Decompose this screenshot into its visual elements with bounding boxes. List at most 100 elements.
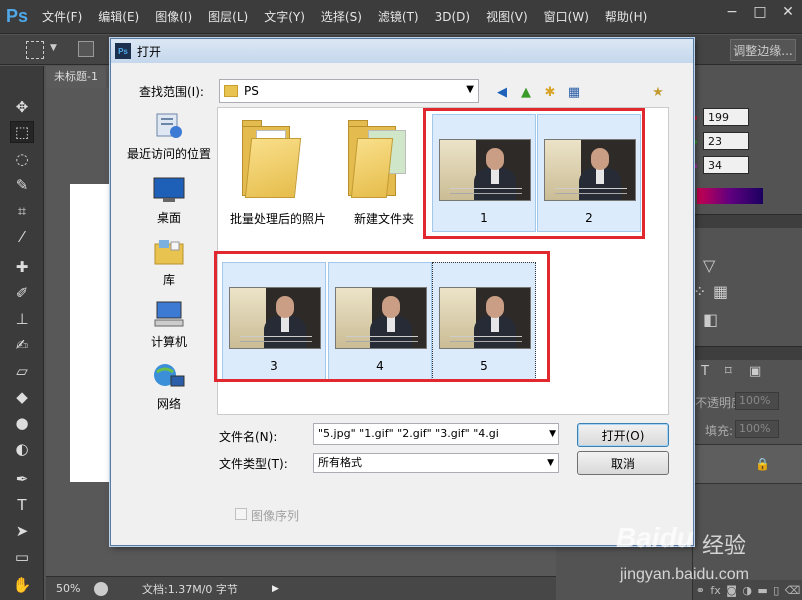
- minimize-button[interactable]: −: [718, 0, 746, 24]
- place-libraries[interactable]: 库: [121, 237, 217, 297]
- chevron-down-icon[interactable]: ▼: [50, 43, 57, 53]
- photoshop-app-icon: Ps: [115, 43, 131, 59]
- document-tab[interactable]: 未标题-1: [46, 66, 106, 88]
- image-thumbnail: [229, 287, 321, 349]
- close-button[interactable]: ✕: [774, 0, 802, 24]
- favorite-folder-icon[interactable]: ★: [649, 83, 667, 101]
- refine-edge-button[interactable]: 调整边缘...: [730, 39, 796, 61]
- folder-item[interactable]: 新建文件夹: [332, 112, 436, 230]
- history-brush-tool-icon[interactable]: ✍: [10, 334, 34, 356]
- image-file-item[interactable]: 5: [432, 262, 536, 380]
- menu-select[interactable]: 选择(S): [313, 8, 370, 25]
- menu-edit[interactable]: 编辑(E): [90, 8, 147, 25]
- dialog-title: 打开: [137, 44, 162, 59]
- path-selection-tool-icon[interactable]: ➤: [10, 520, 34, 542]
- file-name: 2: [585, 211, 593, 225]
- menu-layer[interactable]: 图层(L): [200, 8, 256, 25]
- new-selection-icon[interactable]: [78, 41, 94, 57]
- image-file-item[interactable]: 3: [222, 262, 326, 380]
- folder-item[interactable]: 批量处理后的照片: [226, 112, 330, 230]
- blue-value-field[interactable]: 34: [703, 156, 749, 174]
- image-thumbnail: [544, 139, 636, 201]
- watermark-cn: 经验: [702, 533, 747, 558]
- zoom-level[interactable]: 50%: [46, 582, 90, 595]
- places-bar: 最近访问的位置 桌面 库 计算机 网络: [121, 109, 217, 411]
- status-info-icon[interactable]: [94, 581, 108, 596]
- background-layer-row[interactable]: 🔒: [693, 444, 802, 484]
- hand-tool-icon[interactable]: ✋: [10, 574, 34, 596]
- dodge-tool-icon[interactable]: ◐: [10, 438, 34, 460]
- shape-filter-icon[interactable]: ⌑: [725, 364, 732, 379]
- blur-tool-icon[interactable]: ●: [10, 412, 34, 434]
- dialog-titlebar[interactable]: Ps 打开: [111, 39, 693, 63]
- maximize-button[interactable]: □: [746, 0, 774, 24]
- eraser-tool-icon[interactable]: ▱: [10, 360, 34, 382]
- filename-field[interactable]: "5.jpg" "1.gif" "2.gif" "3.gif" "4.gi ▼: [313, 423, 559, 445]
- lasso-tool-icon[interactable]: ◌: [10, 148, 34, 170]
- filetype-select[interactable]: 所有格式 ▼: [313, 453, 559, 473]
- new-folder-icon[interactable]: ✱: [541, 83, 559, 101]
- place-recent[interactable]: 最近访问的位置: [121, 111, 217, 171]
- status-menu-arrow-icon[interactable]: ▶: [272, 584, 279, 594]
- brush-tool-icon[interactable]: ✐: [10, 282, 34, 304]
- file-name: 4: [376, 359, 384, 373]
- image-file-item[interactable]: 4: [328, 262, 432, 380]
- healing-brush-tool-icon[interactable]: ✚: [10, 256, 34, 278]
- menu-view[interactable]: 视图(V): [478, 8, 536, 25]
- image-sequence-checkbox[interactable]: [235, 508, 247, 520]
- move-tool-icon[interactable]: ✥: [10, 96, 34, 118]
- menu-image[interactable]: 图像(I): [147, 8, 200, 25]
- fill-field[interactable]: 100%: [735, 420, 779, 438]
- image-file-item[interactable]: 1: [432, 114, 536, 232]
- menu-type[interactable]: 文字(Y): [256, 8, 313, 25]
- color-ramp[interactable]: [697, 188, 763, 204]
- channel-mixer-icon[interactable]: ⁘: [693, 282, 706, 301]
- chevron-down-icon[interactable]: ▼: [466, 84, 474, 95]
- color-lookup-grid-icon[interactable]: ▦: [713, 282, 728, 301]
- type-tool-icon[interactable]: T: [10, 494, 34, 516]
- eyedropper-tool-icon[interactable]: ⁄: [10, 226, 34, 248]
- file-name: 批量处理后的照片: [229, 212, 326, 226]
- clone-stamp-tool-icon[interactable]: ⊥: [10, 308, 34, 330]
- crop-tool-icon[interactable]: ⌗: [10, 200, 34, 222]
- marquee-tool-preset-icon[interactable]: [26, 41, 44, 59]
- menu-filter[interactable]: 滤镜(T): [370, 8, 427, 25]
- green-value-field[interactable]: 23: [703, 132, 749, 150]
- red-value-field[interactable]: 199: [703, 108, 749, 126]
- canvas-document[interactable]: [70, 184, 110, 482]
- up-folder-icon[interactable]: ▲: [517, 83, 535, 101]
- look-in-dropdown[interactable]: PS ▼: [219, 79, 479, 103]
- network-icon: [153, 361, 185, 391]
- type-filter-icon[interactable]: T: [701, 364, 709, 379]
- photoshop-logo: Ps: [5, 6, 29, 26]
- menu-window[interactable]: 窗口(W): [536, 8, 597, 25]
- watermark-url: jingyan.baidu.com: [620, 566, 749, 583]
- smart-object-filter-icon[interactable]: ▣: [749, 364, 761, 379]
- place-network-label: 网络: [156, 397, 181, 411]
- marquee-tool-icon[interactable]: ⬚: [10, 121, 34, 143]
- baidu-jingyan-watermark: Baidu 经验 jingyan.baidu.com: [616, 520, 796, 596]
- menu-file[interactable]: 文件(F): [34, 8, 90, 25]
- chevron-down-icon[interactable]: ▼: [547, 454, 554, 472]
- place-libraries-label: 库: [162, 273, 175, 287]
- paint-bucket-tool-icon[interactable]: ◆: [10, 386, 34, 408]
- menu-bar: Ps 文件(F) 编辑(E) 图像(I) 图层(L) 文字(Y) 选择(S) 滤…: [0, 0, 802, 34]
- chevron-down-icon[interactable]: ▼: [549, 424, 556, 444]
- open-button[interactable]: 打开(O): [577, 423, 669, 447]
- lock-icon: 🔒: [755, 457, 770, 471]
- rectangle-tool-icon[interactable]: ▭: [10, 546, 34, 568]
- gradient-map-icon[interactable]: ◧: [703, 310, 718, 329]
- menu-3d[interactable]: 3D(D): [427, 10, 478, 24]
- quick-select-tool-icon[interactable]: ✎: [10, 174, 34, 196]
- cancel-button[interactable]: 取消: [577, 451, 669, 475]
- place-desktop[interactable]: 桌面: [121, 175, 217, 235]
- place-computer[interactable]: 计算机: [121, 299, 217, 359]
- view-menu-icon[interactable]: ▦: [565, 83, 583, 101]
- back-icon[interactable]: ◀: [493, 83, 511, 101]
- pen-tool-icon[interactable]: ✒: [10, 468, 34, 490]
- opacity-field[interactable]: 100%: [735, 392, 779, 410]
- triangle-icon[interactable]: ▽: [703, 256, 715, 275]
- menu-help[interactable]: 帮助(H): [597, 8, 655, 25]
- image-file-item[interactable]: 2: [537, 114, 641, 232]
- place-network[interactable]: 网络: [121, 361, 217, 421]
